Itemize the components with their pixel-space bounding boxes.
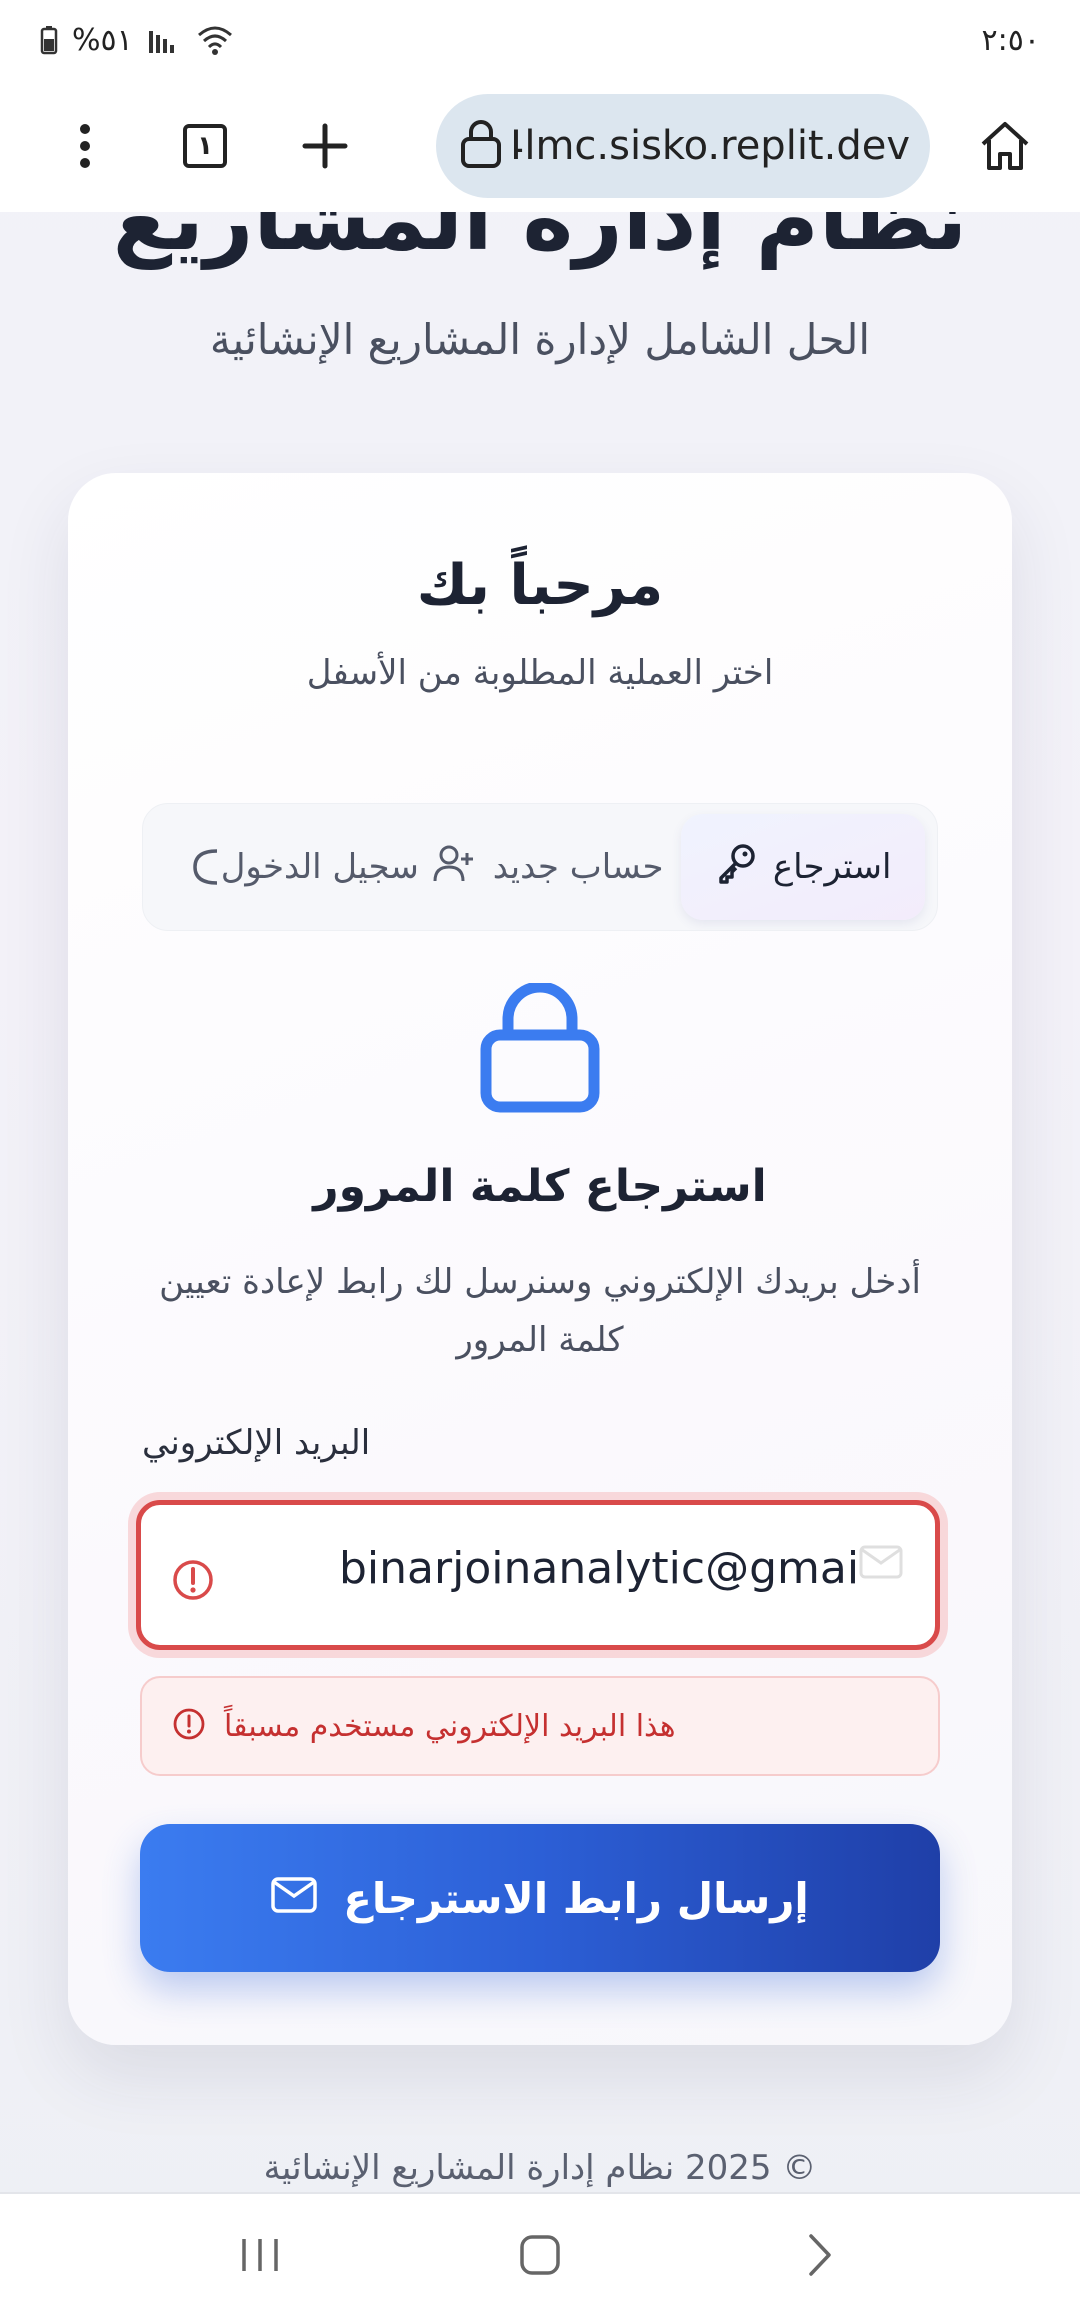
status-icons: %٥١	[40, 23, 235, 58]
new-tab-icon[interactable]	[280, 101, 370, 191]
lock-icon	[480, 981, 600, 1117]
send-reset-link-button[interactable]: إرسال رابط الاسترجاع	[140, 1824, 940, 1972]
footer-copyright: © 2025 نظام إدارة المشاريع الإنشائية	[263, 2148, 817, 2188]
menu-dots-icon[interactable]	[40, 101, 130, 191]
home-nav-icon[interactable]	[480, 2205, 600, 2305]
signal-icon	[147, 25, 181, 55]
tab-register[interactable]: حساب جديد	[475, 814, 681, 920]
browser-toolbar: ١ cq4lmc.sisko.replit.dev	[0, 80, 1080, 212]
error-message: هذا البريد الإلكتروني مستخدم مسبقاً	[140, 1676, 940, 1776]
tab-recover[interactable]: استرجاع	[681, 814, 925, 920]
wifi-icon	[195, 23, 235, 57]
url-bar[interactable]: cq4lmc.sisko.replit.dev	[436, 94, 930, 198]
tab-label: سجيل الدخول	[220, 847, 419, 887]
auth-card: مرحباً بك اختر العملية المطلوبة من الأسف…	[68, 473, 1012, 2045]
tab-label: حساب جديد	[492, 847, 664, 887]
tabs-icon: ١	[183, 124, 227, 168]
email-field[interactable]: binarjoinanalytic@gmail.com	[136, 1500, 940, 1650]
section-title: استرجاع كلمة المرور	[313, 1161, 767, 1212]
key-icon	[715, 841, 759, 894]
card-title: مرحباً بك	[416, 553, 664, 618]
tabs-button[interactable]: ١	[160, 101, 250, 191]
error-icon	[172, 1707, 206, 1745]
hero-title-clip: نظام إدارة المشاريع	[0, 212, 1080, 312]
page-subtitle: الحل الشامل لإدارة المشاريع الإنشائية	[209, 315, 871, 364]
mail-icon	[271, 1874, 317, 1923]
tab-login[interactable]: سجيل الدخول	[221, 814, 475, 920]
login-icon	[155, 814, 221, 920]
email-input-value: binarjoinanalytic@gmail.com	[339, 1543, 859, 1594]
battery-icon	[40, 25, 58, 55]
email-label: البريد الإلكتروني	[142, 1423, 371, 1463]
mail-icon	[859, 1545, 903, 1583]
battery-percent: %٥١	[72, 22, 133, 58]
clock: ٢:٥٠	[981, 22, 1040, 58]
tab-label: استرجاع	[772, 847, 892, 887]
section-description: أدخل بريدك الإلكتروني وسنرسل لك رابط لإع…	[159, 1262, 921, 1360]
card-subtitle: اختر العملية المطلوبة من الأسفل	[306, 653, 774, 693]
status-bar: %٥١ ٢:٥٠	[0, 0, 1080, 80]
recent-apps-icon[interactable]	[200, 2205, 320, 2305]
page-title: نظام إدارة المشاريع	[112, 212, 968, 270]
error-icon	[171, 1558, 215, 1606]
system-nav-bar	[0, 2192, 1080, 2316]
home-icon[interactable]	[960, 101, 1050, 191]
user-plus-icon	[433, 843, 475, 892]
auth-tabs: استرجاع حساب جديد سجيل الدخول	[142, 803, 938, 931]
url-text: cq4lmc.sisko.replit.dev	[514, 123, 910, 169]
back-icon[interactable]	[760, 2205, 880, 2305]
submit-label: إرسال رابط الاسترجاع	[343, 1873, 809, 1923]
error-text: هذا البريد الإلكتروني مستخدم مسبقاً	[224, 1708, 676, 1744]
lock-icon	[460, 119, 502, 173]
